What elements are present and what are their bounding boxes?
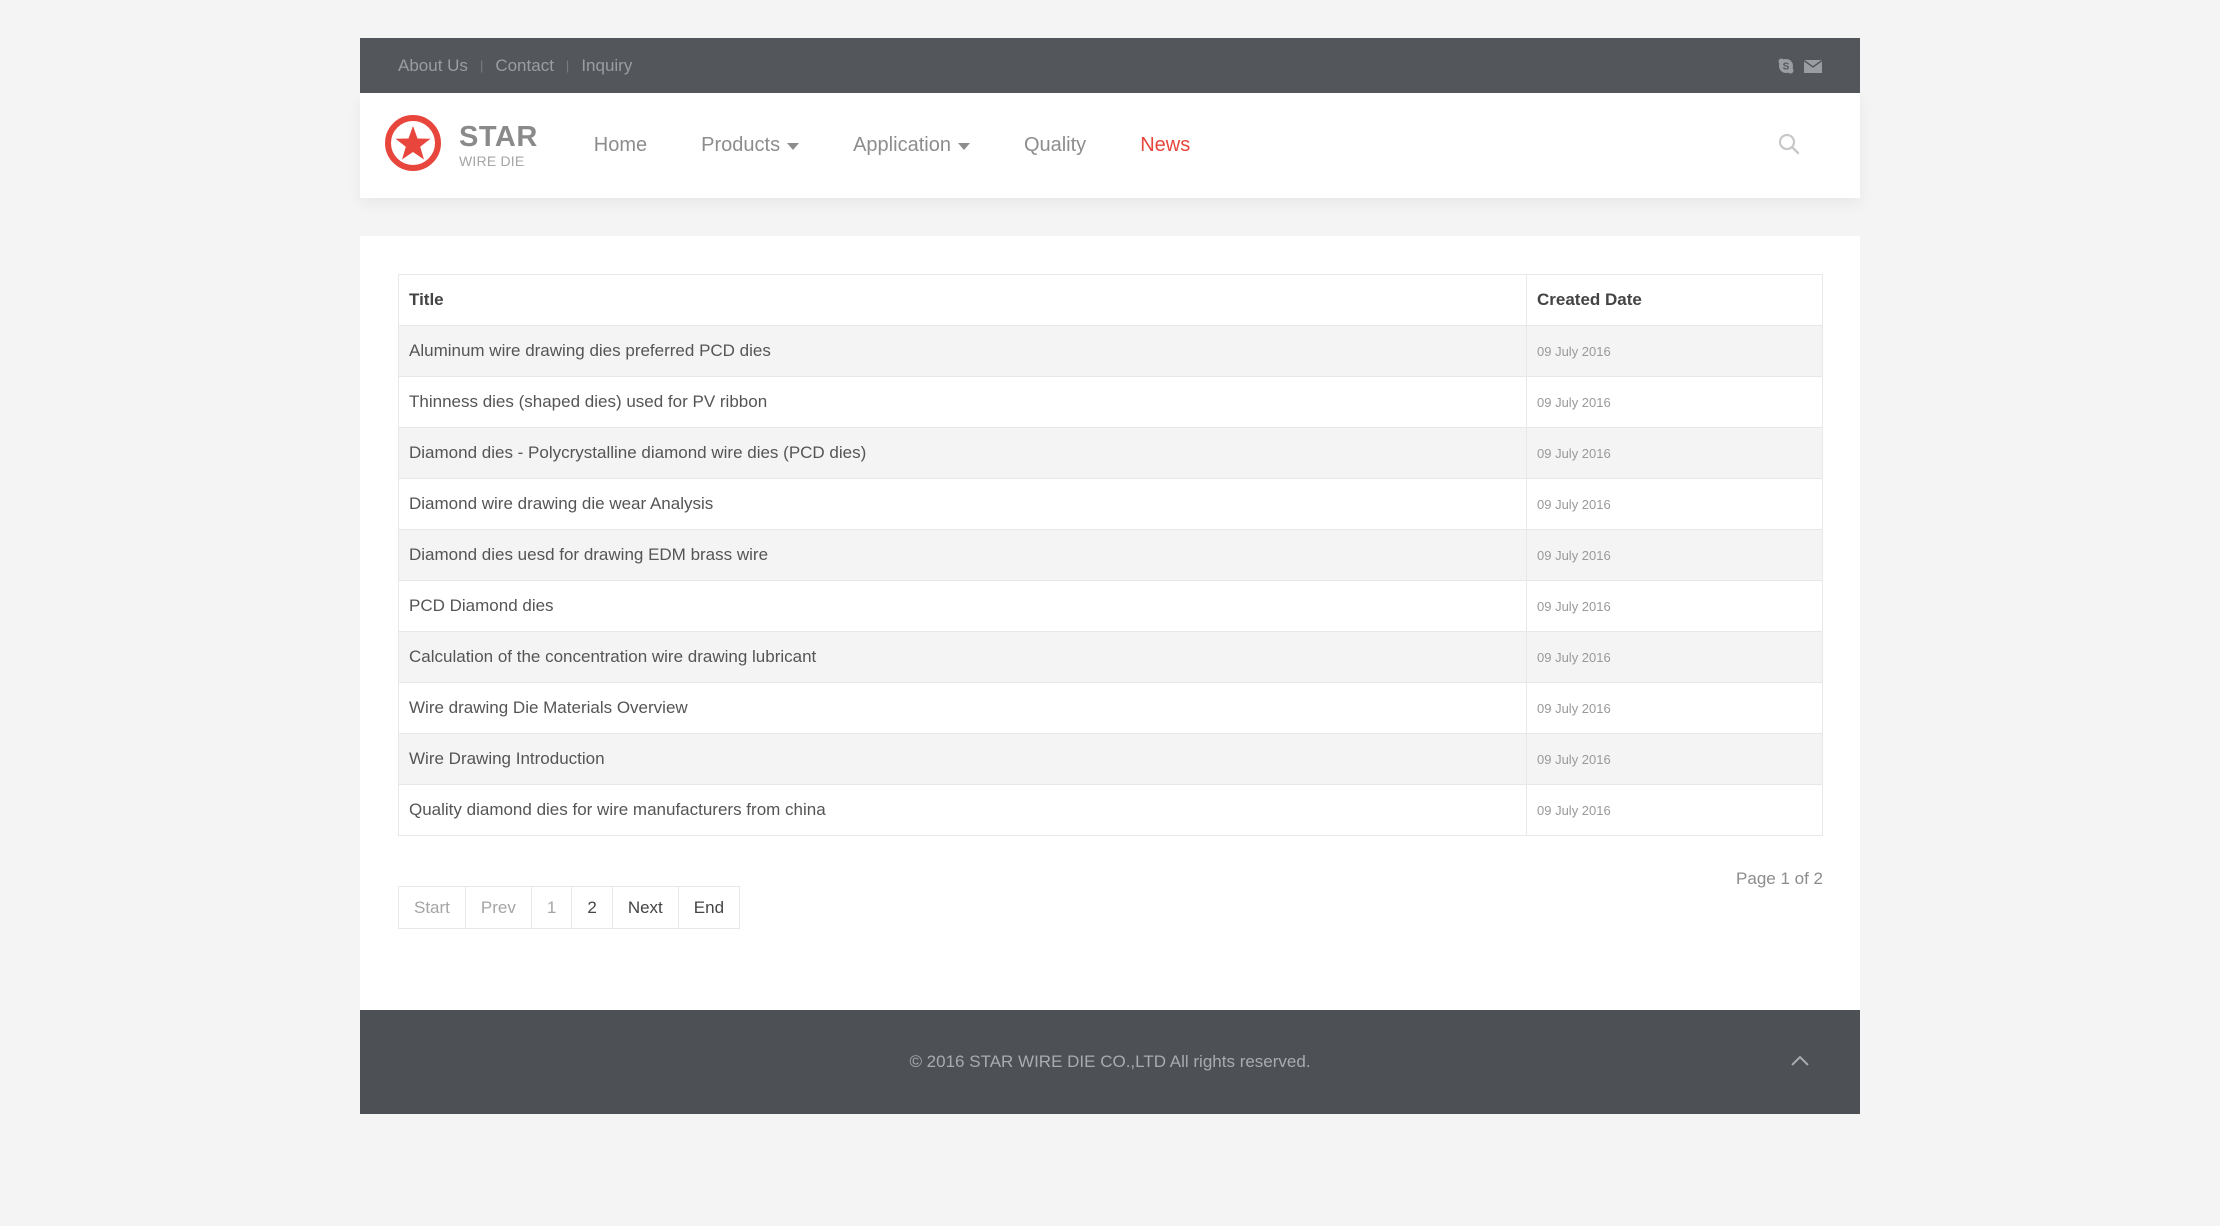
pagination-2-button[interactable]: 2: [571, 886, 613, 929]
nav-label: News: [1140, 134, 1191, 156]
main-header: STAR WIRE DIE Home Products Application …: [360, 93, 1860, 198]
article-title-cell: Calculation of the concentration wire dr…: [398, 631, 1527, 683]
article-link[interactable]: Diamond dies uesd for drawing EDM brass …: [409, 545, 768, 564]
nav-label: Products: [701, 134, 781, 156]
article-link[interactable]: Calculation of the concentration wire dr…: [409, 647, 816, 666]
article-link[interactable]: Wire drawing Die Materials Overview: [409, 698, 688, 717]
created-date-cell: 09 July 2016: [1526, 427, 1823, 479]
nav-item-news[interactable]: News: [1140, 134, 1190, 157]
nav-item-products[interactable]: Products: [701, 134, 800, 157]
created-date-cell: 09 July 2016: [1526, 478, 1823, 530]
article-link[interactable]: PCD Diamond dies: [409, 596, 554, 615]
article-title-cell: Thinness dies (shaped dies) used for PV …: [398, 376, 1527, 428]
skype-icon[interactable]: S: [1778, 58, 1794, 74]
nav-item-application[interactable]: Application: [853, 134, 970, 157]
top-link-inquiry[interactable]: Inquiry: [581, 56, 632, 76]
brand-name: STAR: [459, 121, 538, 153]
article-title-cell: Wire Drawing Introduction: [398, 733, 1527, 785]
article-link[interactable]: Quality diamond dies for wire manufactur…: [409, 800, 826, 819]
main-content: Title Created Date Aluminum wire drawing…: [360, 236, 1860, 1010]
main-nav: Home Products Application Quality News: [594, 134, 1244, 157]
nav-item-quality[interactable]: Quality: [1024, 134, 1086, 157]
article-title-cell: Diamond dies - Polycrystalline diamond w…: [398, 427, 1527, 479]
article-title-cell: Aluminum wire drawing dies preferred PCD…: [398, 325, 1527, 377]
search-icon[interactable]: [1778, 133, 1800, 160]
pagination-end-button[interactable]: End: [677, 886, 741, 929]
article-link[interactable]: Diamond wire drawing die wear Analysis: [409, 494, 713, 513]
star-logo-icon: [384, 114, 442, 177]
article-link[interactable]: Thinness dies (shaped dies) used for PV …: [409, 392, 767, 411]
article-link[interactable]: Aluminum wire drawing dies preferred PCD…: [409, 341, 771, 360]
created-date-cell: 09 July 2016: [1526, 529, 1823, 581]
table-body: Aluminum wire drawing dies preferred PCD…: [398, 325, 1823, 836]
table-row: PCD Diamond dies 09 July 2016: [398, 580, 1823, 632]
top-link-about-us[interactable]: About Us: [398, 56, 468, 76]
pagination-start-button: Start: [398, 886, 466, 929]
nav-item-home[interactable]: Home: [594, 134, 647, 157]
nav-label: Quality: [1023, 134, 1087, 156]
news-table: Title Created Date Aluminum wire drawing…: [398, 274, 1823, 836]
column-header-title[interactable]: Title: [398, 274, 1527, 326]
article-title-cell: Wire drawing Die Materials Overview: [398, 682, 1527, 734]
page-container: About Us | Contact | Inquiry S STAR WIRE…: [360, 38, 1860, 1114]
table-row: Diamond wire drawing die wear Analysis 09…: [398, 478, 1823, 530]
table-row: Diamond dies uesd for drawing EDM brass …: [398, 529, 1823, 581]
table-row: Diamond dies - Polycrystalline diamond w…: [398, 427, 1823, 479]
article-title-cell: PCD Diamond dies: [398, 580, 1527, 632]
svg-text:S: S: [1783, 61, 1790, 72]
top-links: About Us | Contact | Inquiry: [398, 56, 632, 76]
table-row: Quality diamond dies for wire manufactur…: [398, 784, 1823, 836]
article-title-cell: Diamond wire drawing die wear Analysis: [398, 478, 1527, 530]
column-header-created-date[interactable]: Created Date: [1526, 274, 1823, 326]
table-header-row: Title Created Date: [398, 274, 1823, 326]
article-link[interactable]: Diamond dies - Polycrystalline diamond w…: [409, 443, 866, 462]
caret-down-icon: [957, 143, 970, 150]
table-row: Aluminum wire drawing dies preferred PCD…: [398, 325, 1823, 377]
article-title-cell: Diamond dies uesd for drawing EDM brass …: [398, 529, 1527, 581]
created-date-cell: 09 July 2016: [1526, 733, 1823, 785]
nav-label: Home: [593, 134, 648, 156]
top-link-contact[interactable]: Contact: [495, 56, 554, 76]
footer: © 2016 STAR WIRE DIE CO.,LTD All rights …: [360, 1010, 1860, 1114]
nav-label: Application: [853, 134, 951, 156]
pagination-next-button[interactable]: Next: [611, 886, 679, 929]
article-title-cell: Quality diamond dies for wire manufactur…: [398, 784, 1527, 836]
table-row: Wire Drawing Introduction 09 July 2016: [398, 733, 1823, 785]
logo[interactable]: STAR WIRE DIE: [384, 114, 538, 177]
table-row: Calculation of the concentration wire dr…: [398, 631, 1823, 683]
table-row: Wire drawing Die Materials Overview 09 Ju…: [398, 682, 1823, 734]
article-link[interactable]: Wire Drawing Introduction: [409, 749, 605, 768]
created-date-cell: 09 July 2016: [1526, 376, 1823, 428]
separator: |: [565, 58, 570, 73]
created-date-cell: 09 July 2016: [1526, 631, 1823, 683]
brand-tagline: WIRE DIE: [459, 153, 525, 169]
chevron-up-icon[interactable]: [1790, 1054, 1810, 1072]
pagination: Start Prev 1 2 Next End: [398, 886, 1822, 929]
created-date-cell: 09 July 2016: [1526, 784, 1823, 836]
social-links: S: [1778, 58, 1822, 74]
top-bar: About Us | Contact | Inquiry S: [360, 38, 1860, 93]
created-date-cell: 09 July 2016: [1526, 682, 1823, 734]
caret-down-icon: [787, 143, 800, 150]
mail-icon[interactable]: [1804, 59, 1822, 73]
pagination-1-button: 1: [530, 886, 573, 929]
table-row: Thinness dies (shaped dies) used for PV …: [398, 376, 1823, 428]
logo-text: STAR WIRE DIE: [459, 121, 538, 169]
pagination-prev-button: Prev: [464, 886, 532, 929]
copyright-text: © 2016 STAR WIRE DIE CO.,LTD All rights …: [909, 1052, 1311, 1071]
created-date-cell: 09 July 2016: [1526, 325, 1823, 377]
created-date-cell: 09 July 2016: [1526, 580, 1823, 632]
separator: |: [479, 58, 484, 73]
